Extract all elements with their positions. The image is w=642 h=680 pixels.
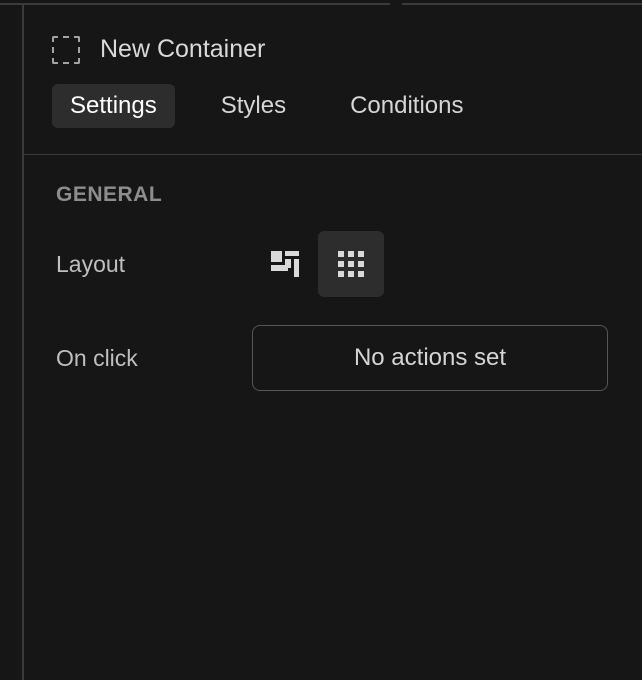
tab-styles[interactable]: Styles	[203, 84, 304, 128]
dashboard-icon	[271, 250, 299, 278]
panel-header: New Container	[24, 5, 642, 84]
on-click-label: On click	[56, 345, 252, 372]
layout-option-grid[interactable]	[318, 231, 384, 297]
general-heading: GENERAL	[56, 183, 610, 207]
layout-row: Layout	[56, 231, 610, 297]
page-title: New Container	[100, 35, 265, 64]
general-section: GENERAL Layout	[24, 155, 642, 391]
layout-option-dashboard[interactable]	[252, 231, 318, 297]
container-icon	[52, 36, 80, 64]
inspector-panel: New Container Settings Styles Conditions…	[22, 5, 642, 680]
on-click-row: On click No actions set	[56, 325, 610, 391]
layout-label: Layout	[56, 251, 252, 278]
tab-conditions[interactable]: Conditions	[332, 84, 481, 128]
layout-toggle-group	[252, 231, 384, 297]
grid-icon	[338, 251, 364, 277]
tab-bar: Settings Styles Conditions	[24, 84, 642, 154]
tab-settings[interactable]: Settings	[52, 84, 175, 128]
on-click-actions-button[interactable]: No actions set	[252, 325, 608, 391]
